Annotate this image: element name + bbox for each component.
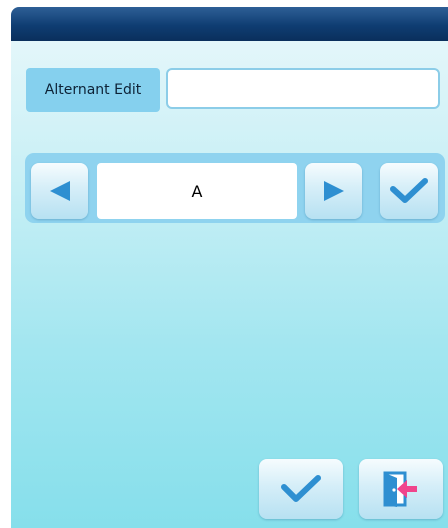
exit-door-icon xyxy=(379,469,423,509)
previous-button[interactable] xyxy=(31,163,88,219)
exit-button[interactable] xyxy=(359,459,443,519)
triangle-right-icon xyxy=(322,179,346,203)
dialog-window: Alternant Edit A xyxy=(11,7,448,528)
confirm-selection-button[interactable] xyxy=(380,163,438,219)
selector-value: A xyxy=(97,163,297,219)
checkmark-icon xyxy=(281,475,321,503)
title-bar xyxy=(11,7,448,41)
alternant-edit-label: Alternant Edit xyxy=(26,68,160,112)
alternant-edit-input[interactable] xyxy=(166,68,440,109)
triangle-left-icon xyxy=(48,179,72,203)
selector-panel: A xyxy=(25,153,445,223)
next-button[interactable] xyxy=(305,163,362,219)
ok-button[interactable] xyxy=(259,459,343,519)
checkmark-icon xyxy=(390,178,428,204)
